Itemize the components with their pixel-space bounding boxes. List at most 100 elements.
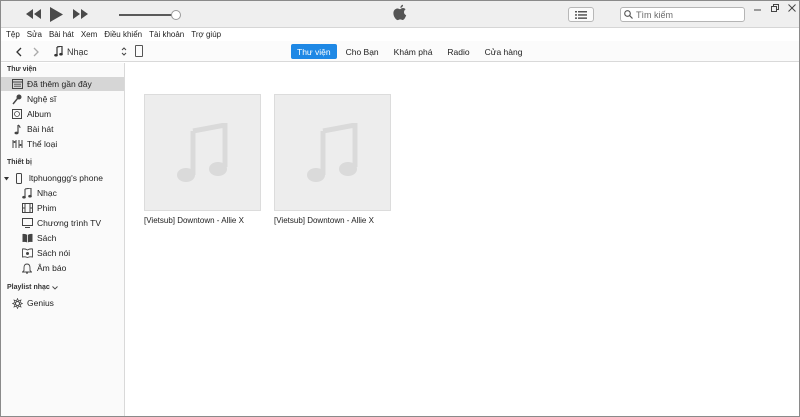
sidebar-item-genius[interactable]: Genius [1,296,124,310]
menu-help[interactable]: Trợ giúp [191,30,221,39]
tab-radio[interactable]: Radio [441,44,475,59]
menu-controls[interactable]: Điều khiển [104,30,142,39]
up-down-chevron-icon [121,47,127,56]
sidebar-item-label: Sách [37,233,57,243]
media-kind-selector[interactable]: Nhạc [54,44,129,59]
sidebar-item-device-tones[interactable]: Âm báo [1,261,124,275]
sidebar-item-label: Thể loại [27,139,58,149]
search-input[interactable] [636,9,736,20]
music-note-placeholder-icon [176,122,227,182]
sidebar-item-artists[interactable]: Nghệ sĩ [1,92,124,106]
menu-view[interactable]: Xem [81,30,97,39]
sidebar-item-label: Album [27,109,52,119]
play-button[interactable] [48,5,64,23]
fast-forward-button[interactable] [72,5,88,23]
sidebar-item-recently-added[interactable]: Đã thêm gần đây [1,77,124,91]
disclosure-triangle-icon [4,176,9,180]
tab-for-you[interactable]: Cho Bạn [340,44,385,59]
volume-slider[interactable] [119,10,181,20]
sidebar-item-device[interactable]: ltphuonggg's phone [1,171,124,185]
film-icon [21,202,33,214]
sidebar-item-label: Genius [27,298,54,308]
sidebar-item-label: Chương trình TV [37,218,102,228]
music-note-icon [11,123,23,135]
close-button[interactable] [787,3,796,12]
rewind-icon [25,9,41,19]
sidebar-item-device-books[interactable]: Sách [1,231,124,245]
main-content: [Vietsub] Downtown - Allie X [Vietsub] D… [126,63,799,416]
play-icon [49,6,63,22]
sidebar-item-label: Đã thêm gần đây [27,79,92,89]
sidebar-item-device-films[interactable]: Phim [1,201,124,215]
chevron-left-icon [16,47,22,56]
apple-logo [392,4,409,26]
music-note-icon [54,46,63,57]
menu-file[interactable]: Tệp [6,30,20,39]
device-button[interactable] [135,45,143,57]
sidebar-item-label: Sách nói [37,248,71,258]
bell-icon [21,262,33,274]
sidebar-item-device-tv[interactable]: Chương trình TV [1,216,124,230]
music-note-placeholder-icon [306,122,357,182]
restore-icon [770,3,779,12]
tab-library[interactable]: Thư viện [291,44,337,59]
album-tile[interactable]: [Vietsub] Downtown - Allie X [144,94,261,225]
sidebar-item-label: Nghệ sĩ [27,94,57,104]
forward-button[interactable] [31,46,41,57]
album-artwork-placeholder[interactable] [274,94,391,211]
sidebar-item-label: Bài hát [27,124,54,134]
volume-fill [119,14,176,16]
tab-store[interactable]: Cửa hàng [479,44,529,59]
album-tile[interactable]: [Vietsub] Downtown - Allie X [274,94,391,225]
sidebar-item-device-music[interactable]: Nhạc [1,186,124,200]
album-title[interactable]: [Vietsub] Downtown - Allie X [144,216,261,225]
search-box[interactable] [620,7,745,22]
menu-song[interactable]: Bài hát [49,30,74,39]
up-next-button[interactable] [568,7,594,22]
microphone-icon [11,93,23,105]
chevron-down-icon [51,285,58,290]
devices-section-title: Thiết bị [7,159,32,166]
chevron-right-icon [33,47,39,56]
album-icon [11,108,23,120]
fast-forward-icon [72,9,88,19]
list-icon [575,10,587,19]
playlists-section-title[interactable]: Playlist nhạc [7,284,58,291]
sidebar-item-label: Nhạc [37,188,57,198]
sidebar-item-genres[interactable]: Thể loại [1,137,124,151]
menu-bar: Tệp Sửa Bài hát Xem Điều khiển Tài khoản… [1,28,799,41]
sidebar-item-device-audiobooks[interactable]: Sách nói [1,246,124,260]
sidebar-item-label: Âm báo [37,263,67,273]
playlists-section-label: Playlist nhạc [7,284,50,291]
rewind-button[interactable] [25,5,41,23]
apple-icon [393,4,407,21]
menu-account[interactable]: Tài khoản [149,30,184,39]
menu-edit[interactable]: Sửa [27,30,42,39]
iphone-icon [13,172,25,184]
minimize-button[interactable] [753,3,762,12]
minimize-icon [754,9,761,11]
section-tabs: Thư viện Cho Bạn Khám phá Radio Cửa hàng [291,44,531,59]
recently-added-icon [11,78,23,90]
tab-browse[interactable]: Khám phá [388,44,439,59]
album-title[interactable]: [Vietsub] Downtown - Allie X [274,216,391,225]
back-button[interactable] [14,46,24,57]
music-notes-icon [21,187,33,199]
media-kind-label: Nhạc [67,46,89,57]
audiobook-icon [21,247,33,259]
genre-icon [11,138,23,150]
library-section-title: Thư viện [7,66,37,73]
sidebar-item-songs[interactable]: Bài hát [1,122,124,136]
album-artwork-placeholder[interactable] [144,94,261,211]
genius-icon [11,297,23,309]
restore-button[interactable] [770,3,779,12]
volume-knob[interactable] [171,10,181,20]
tv-icon [21,217,33,229]
book-icon [21,232,33,244]
sidebar-item-label: Phim [37,203,57,213]
player-bar [1,1,799,28]
nav-bar: Nhạc Thư viện Cho Bạn Khám phá Radio Cửa… [1,41,799,62]
sidebar-item-albums[interactable]: Album [1,107,124,121]
device-name: ltphuonggg's phone [29,173,103,183]
sidebar: Thư viện Đã thêm gần đây Nghệ sĩ Album B… [1,63,125,416]
